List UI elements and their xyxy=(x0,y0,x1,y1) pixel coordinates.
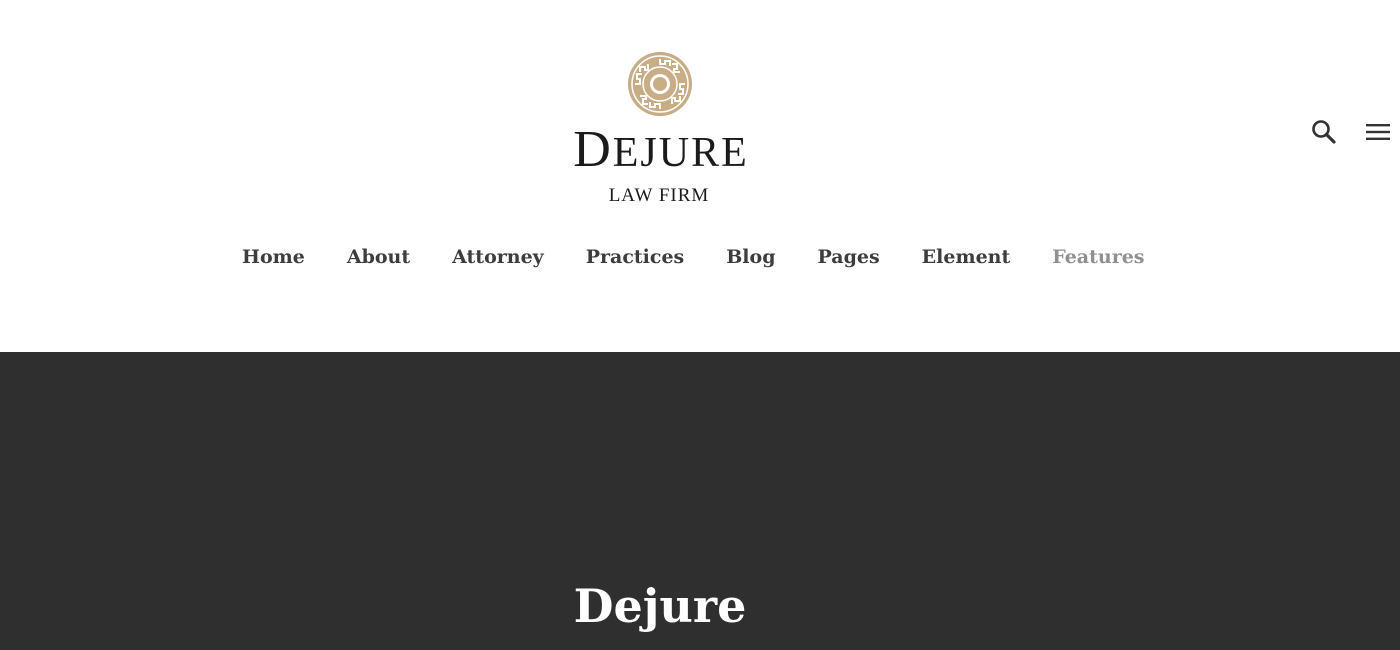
logo-tagline: LAW FIRM xyxy=(608,185,710,206)
nav-item-features[interactable]: Features xyxy=(1052,240,1144,274)
hamburger-menu-icon xyxy=(1366,124,1390,140)
nav-item-blog[interactable]: Blog xyxy=(726,240,775,274)
logo-initial: D xyxy=(573,121,613,178)
nav-item-about[interactable]: About xyxy=(347,240,410,274)
site-header: DEJURE LAW FIRM Home About Attorney Prac… xyxy=(0,0,1400,352)
greek-key-emblem-icon xyxy=(628,52,692,116)
nav-item-pages[interactable]: Pages xyxy=(818,240,880,274)
nav-item-attorney[interactable]: Attorney xyxy=(452,240,544,274)
nav-item-practices[interactable]: Practices xyxy=(586,240,685,274)
logo-name-rest: EJURE xyxy=(612,130,749,176)
header-actions xyxy=(1290,116,1400,148)
hero-title: Dejure xyxy=(573,578,747,633)
logo-wordmark: DEJURE xyxy=(556,120,766,183)
search-icon xyxy=(1312,120,1336,144)
main-navigation: Home About Attorney Practices Blog Pages… xyxy=(242,240,1145,274)
nav-item-home[interactable]: Home xyxy=(242,240,305,274)
hero-banner: Dejure xyxy=(0,352,1400,650)
menu-button[interactable] xyxy=(1364,118,1392,146)
site-logo[interactable]: DEJURE LAW FIRM xyxy=(556,48,766,210)
search-button[interactable] xyxy=(1310,118,1338,146)
nav-item-element[interactable]: Element xyxy=(922,240,1011,274)
